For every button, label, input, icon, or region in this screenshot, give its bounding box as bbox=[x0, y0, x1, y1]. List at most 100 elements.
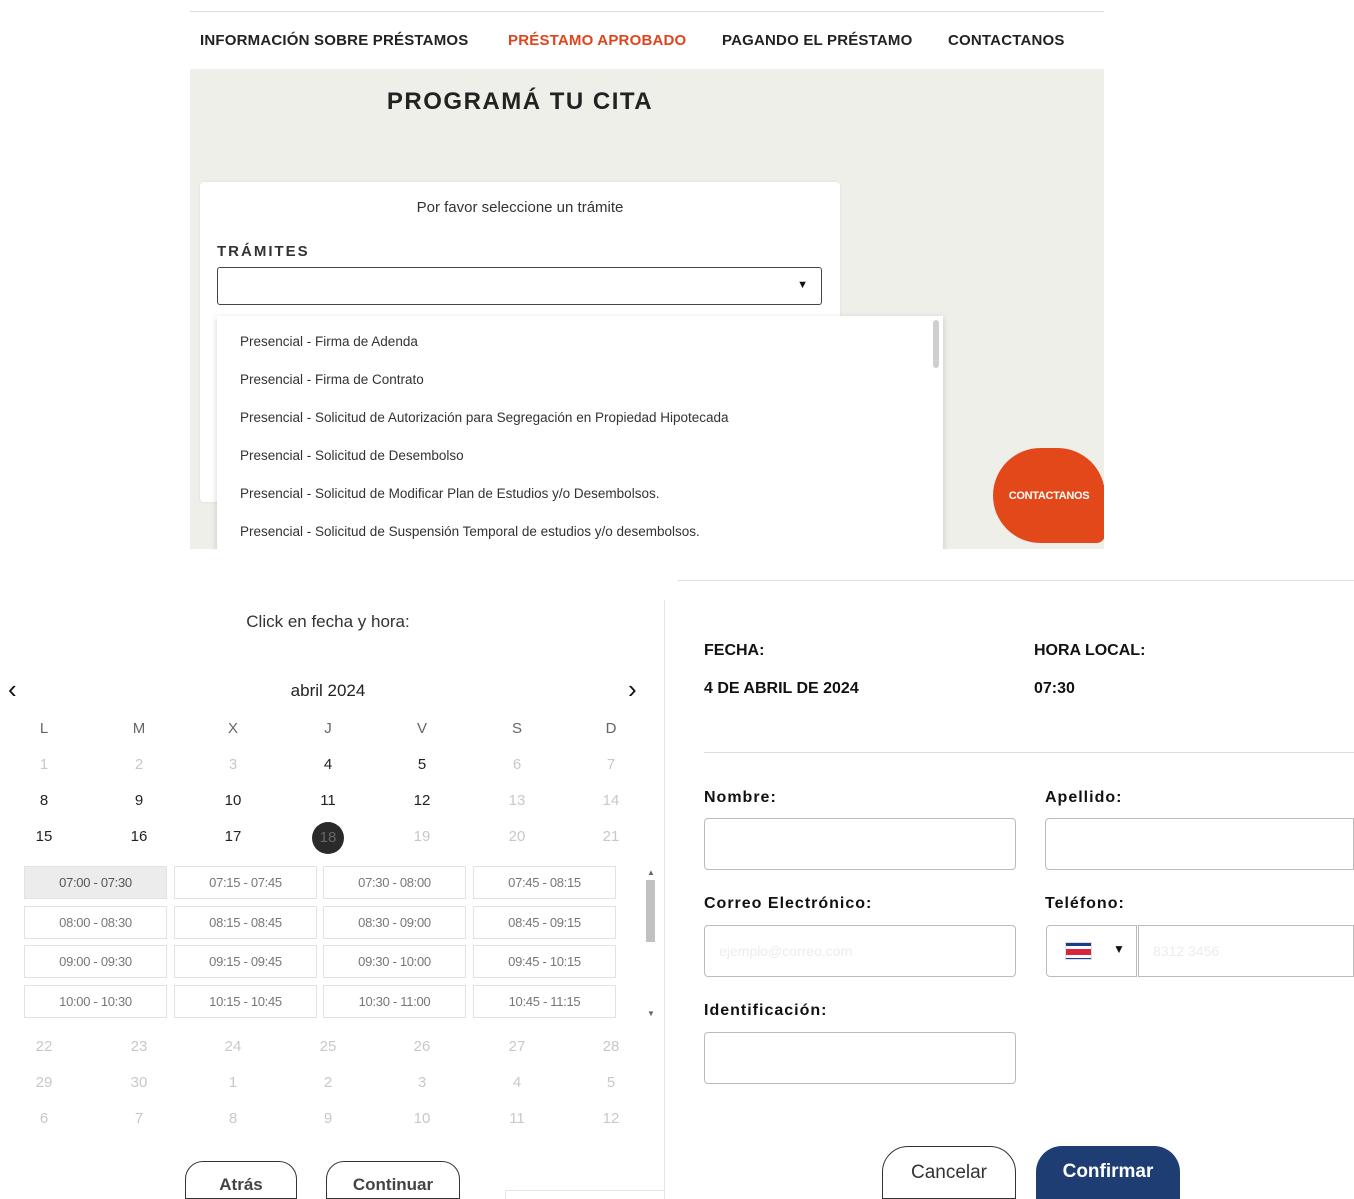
identificacion-label: Identificación: bbox=[704, 1002, 828, 1019]
calendar-day: 20 bbox=[508, 828, 526, 845]
calendar-day: 4 bbox=[512, 1074, 522, 1091]
nav-item-prestamo-aprobado[interactable]: PRÉSTAMO APROBADO bbox=[508, 32, 686, 49]
calendar-day[interactable]: 10 bbox=[213, 792, 253, 809]
form-top-divider bbox=[678, 580, 1354, 581]
phone-field[interactable]: 8312 3456 bbox=[1138, 925, 1354, 977]
calendar-day: 3 bbox=[417, 1074, 427, 1091]
weekday-header: M bbox=[132, 720, 146, 737]
correo-label: Correo Electrónico: bbox=[704, 895, 873, 912]
weekday-header: L bbox=[39, 720, 49, 737]
time-slot[interactable]: 07:00 - 07:30 bbox=[24, 866, 167, 899]
hora-value: 07:30 bbox=[1034, 680, 1075, 697]
fecha-value: 4 DE ABRIL DE 2024 bbox=[704, 680, 859, 697]
scroll-down-icon[interactable]: ▼ bbox=[647, 1009, 655, 1018]
identificacion-input[interactable] bbox=[704, 1032, 1016, 1084]
calendar-day: 5 bbox=[606, 1074, 616, 1091]
time-slot-list: 07:00 - 07:30 07:15 - 07:45 07:30 - 08:00 0… bbox=[22, 866, 662, 1026]
calendar-day: 28 bbox=[602, 1038, 620, 1055]
costa-rica-flag-icon bbox=[1065, 942, 1092, 960]
calendar-day: 7 bbox=[606, 756, 616, 773]
calendar-day: 2 bbox=[323, 1074, 333, 1091]
calendar-day: 25 bbox=[319, 1038, 337, 1055]
calendar-day[interactable]: 11 bbox=[308, 792, 348, 809]
calendar-day: 11 bbox=[509, 1110, 525, 1127]
booking-stage: PROGRAMÁ TU CITA Por favor seleccione un… bbox=[190, 69, 1104, 549]
nav-item-informacion[interactable]: INFORMACIÓN SOBRE PRÉSTAMOS bbox=[200, 32, 468, 49]
time-slot[interactable]: 08:15 - 08:45 bbox=[174, 906, 317, 939]
country-code-select[interactable]: ▼ bbox=[1046, 925, 1137, 977]
calendar-day[interactable]: 15 bbox=[24, 828, 64, 845]
calendar-day: 19 bbox=[413, 828, 431, 845]
booking-top-panel: INFORMACIÓN SOBRE PRÉSTAMOS PRÉSTAMO APR… bbox=[190, 0, 1104, 549]
calendar-day: 29 bbox=[35, 1074, 53, 1091]
dropdown-option[interactable]: Presencial - Firma de Adenda bbox=[240, 334, 418, 349]
calendar-day[interactable]: 9 bbox=[119, 792, 159, 809]
calendar-day[interactable]: 4 bbox=[308, 756, 348, 773]
calendar-day[interactable]: 5 bbox=[402, 756, 442, 773]
contact-chat-bubble[interactable]: CONTACTANOS bbox=[993, 448, 1104, 543]
panel-corner bbox=[505, 1190, 665, 1199]
phone-placeholder: 8312 3456 bbox=[1153, 943, 1220, 959]
calendar-day: 12 bbox=[602, 1110, 620, 1127]
tramite-prompt: Por favor seleccione un trámite bbox=[416, 199, 624, 216]
dropdown-scrollbar[interactable] bbox=[933, 320, 939, 368]
main-navigation: INFORMACIÓN SOBRE PRÉSTAMOS PRÉSTAMO APR… bbox=[190, 12, 1104, 69]
tramites-select[interactable]: ▼ bbox=[217, 267, 822, 305]
time-slot[interactable]: 08:00 - 08:30 bbox=[24, 906, 167, 939]
calendar-day: 2 bbox=[134, 756, 144, 773]
time-slot[interactable]: 09:00 - 09:30 bbox=[24, 945, 167, 978]
time-slot[interactable]: 10:45 - 11:15 bbox=[473, 985, 616, 1018]
tramites-dropdown: Presencial - Firma de Adenda Presencial … bbox=[217, 316, 943, 549]
calendar-day: 10 bbox=[413, 1110, 431, 1127]
email-field[interactable]: ejemplo@correo.com bbox=[704, 925, 1016, 977]
dropdown-option[interactable]: Presencial - Solicitud de Autorización p… bbox=[240, 410, 729, 425]
weekday-header: J bbox=[324, 720, 332, 737]
time-slot[interactable]: 07:45 - 08:15 bbox=[473, 866, 616, 899]
time-slot[interactable]: 07:15 - 07:45 bbox=[174, 866, 317, 899]
time-slot[interactable]: 09:45 - 10:15 bbox=[473, 945, 616, 978]
calendar-day[interactable]: 12 bbox=[402, 792, 442, 809]
time-slot[interactable]: 10:30 - 11:00 bbox=[323, 985, 466, 1018]
dropdown-option[interactable]: Presencial - Solicitud de Modificar Plan… bbox=[240, 486, 659, 501]
time-slot-scroll-thumb[interactable] bbox=[646, 880, 655, 942]
calendar-day[interactable]: 17 bbox=[213, 828, 253, 845]
nav-item-pagando[interactable]: PAGANDO EL PRÉSTAMO bbox=[722, 32, 912, 49]
back-button[interactable]: Atrás bbox=[185, 1161, 297, 1199]
time-slot[interactable]: 10:15 - 10:45 bbox=[174, 985, 317, 1018]
dropdown-option[interactable]: Presencial - Solicitud de Desembolso bbox=[240, 448, 464, 463]
time-slot[interactable]: 09:30 - 10:00 bbox=[323, 945, 466, 978]
dropdown-option[interactable]: Presencial - Firma de Contrato bbox=[240, 372, 424, 387]
dropdown-option[interactable]: Presencial - Solicitud de Suspensión Tem… bbox=[240, 524, 700, 539]
calendar-day: 3 bbox=[228, 756, 238, 773]
telefono-label: Teléfono: bbox=[1045, 895, 1125, 912]
calendar-day: 8 bbox=[228, 1110, 238, 1127]
hora-label: HORA LOCAL: bbox=[1034, 642, 1146, 659]
nav-item-contactanos[interactable]: CONTACTANOS bbox=[948, 32, 1065, 49]
apellido-input[interactable] bbox=[1045, 818, 1354, 870]
form-divider bbox=[704, 752, 1354, 753]
calendar-day: 21 bbox=[602, 828, 620, 845]
page-title: PROGRAMÁ TU CITA bbox=[386, 88, 654, 115]
time-slot[interactable]: 10:00 - 10:30 bbox=[24, 985, 167, 1018]
time-slot[interactable]: 08:30 - 09:00 bbox=[323, 906, 466, 939]
calendar-day: 1 bbox=[39, 756, 49, 773]
calendar-day-selected[interactable]: 18 bbox=[312, 822, 344, 854]
time-slot[interactable]: 07:30 - 08:00 bbox=[323, 866, 466, 899]
nombre-input[interactable] bbox=[704, 818, 1016, 870]
cancel-button[interactable]: Cancelar bbox=[882, 1146, 1016, 1199]
calendar-day[interactable]: 8 bbox=[24, 792, 64, 809]
time-slot[interactable]: 08:45 - 09:15 bbox=[473, 906, 616, 939]
chevron-right-icon[interactable]: › bbox=[628, 676, 637, 702]
weekday-header: V bbox=[416, 720, 427, 737]
calendar-day[interactable]: 16 bbox=[119, 828, 159, 845]
calendar-day: 6 bbox=[512, 756, 522, 773]
calendar-day: 22 bbox=[35, 1038, 53, 1055]
tramites-label: TRÁMITES bbox=[217, 243, 310, 260]
confirm-button[interactable]: Confirmar bbox=[1036, 1146, 1180, 1199]
fecha-label: FECHA: bbox=[704, 642, 765, 659]
continue-button[interactable]: Continuar bbox=[326, 1161, 460, 1199]
scroll-up-icon[interactable]: ▲ bbox=[647, 868, 655, 877]
time-slot[interactable]: 09:15 - 09:45 bbox=[174, 945, 317, 978]
calendar-instruction: Click en fecha y hora: bbox=[246, 612, 410, 631]
calendar-day: 30 bbox=[130, 1074, 148, 1091]
